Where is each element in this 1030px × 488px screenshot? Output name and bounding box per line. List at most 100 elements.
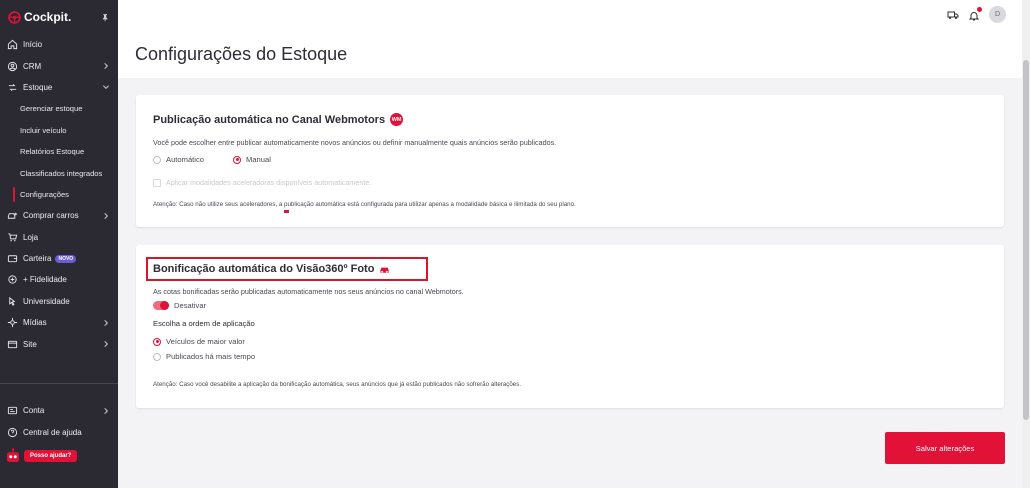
- sidebar-item-label: Comprar carros: [23, 211, 79, 221]
- cart-icon: [7, 232, 18, 243]
- sidebar-subitem-gerenciar-estoque[interactable]: Gerenciar estoque: [0, 98, 118, 119]
- radio-circle: [153, 352, 161, 361]
- sidebar-item-label: Central de ajuda: [23, 427, 82, 437]
- visao360-description: As cotas bonificadas serão publicadas au…: [153, 287, 464, 296]
- sidebar-subitem-relatorios-estoque[interactable]: Relatórios Estoque: [0, 141, 118, 162]
- radio-mais-tempo[interactable]: Publicados há mais tempo: [153, 352, 255, 361]
- sidebar-item-inicio[interactable]: Início: [0, 34, 118, 55]
- wallet-icon: [7, 253, 18, 264]
- checkbox-box: [153, 178, 161, 187]
- carteira-label: Carteira: [23, 254, 52, 264]
- sidebar-item-label: Início: [23, 40, 43, 50]
- auto-publish-card: Publicação automática no Canal Webmotors…: [136, 95, 1004, 227]
- truck-icon[interactable]: [947, 9, 959, 21]
- auto-publish-title: Publicação automática no Canal Webmotors: [153, 113, 386, 126]
- toggle-label: Desativar: [174, 301, 207, 310]
- sidebar-item-label: Estoque: [23, 82, 53, 92]
- cursor-marker: [284, 210, 289, 213]
- visao360-note: Atenção: Caso você desabilite a aplicaçã…: [153, 381, 522, 388]
- app-name: Cockpit.: [24, 10, 72, 24]
- sidebar-item-label: Site: [23, 339, 37, 349]
- scrollbar-thumb[interactable]: [1023, 60, 1029, 420]
- visao360-title: Bonificação automática do Visão360º Foto: [153, 263, 375, 275]
- sidebar-item-estoque[interactable]: Estoque: [0, 77, 118, 98]
- save-button[interactable]: Salvar alterações: [885, 432, 1005, 464]
- car-icon: [380, 267, 390, 273]
- visao360-bonus-card: Bonificação automática do Visão360º Foto…: [136, 245, 1004, 408]
- checkbox-label: Aplicar modalidades aceleradoras disponí…: [166, 178, 372, 187]
- steering-wheel-icon: [8, 10, 21, 24]
- card-title: Bonificação automática do Visão360º Foto: [153, 263, 390, 275]
- radio-label: Veículos de maior valor: [166, 337, 245, 346]
- sidebar-item-carteira[interactable]: Carteira NOVO: [0, 248, 118, 269]
- radio-circle: [233, 155, 241, 164]
- sidebar-item-midias[interactable]: Mídias: [0, 312, 118, 333]
- radio-label: Manual: [246, 155, 271, 164]
- avatar[interactable]: D: [989, 6, 1006, 23]
- sidebar-item-label: Universidade: [23, 296, 70, 306]
- auto-publish-description: Você pode escolher entre publicar automa…: [153, 138, 557, 147]
- bottom-nav: Conta Central de ajuda: [0, 400, 118, 443]
- sidebar-subitem-configuracoes[interactable]: Configurações: [0, 184, 118, 205]
- notification-bell[interactable]: [968, 6, 982, 21]
- site-icon: [7, 339, 18, 350]
- order-label: Escolha a ordem de aplicação: [153, 319, 255, 328]
- radio-manual[interactable]: Manual: [233, 155, 271, 164]
- sidebar-item-label: Conta: [23, 406, 45, 416]
- stock-icon: [7, 82, 18, 93]
- sidebar-item-fidelidade[interactable]: + Fidelidade: [0, 269, 118, 290]
- sidebar-item-label: Mídias: [23, 318, 47, 328]
- chevron-right-icon: [104, 63, 109, 70]
- sidebar-item-label: CRM: [23, 61, 42, 71]
- help-chat-button[interactable]: Posso ajudar?: [4, 447, 78, 465]
- robot-icon: [7, 448, 19, 462]
- page-header: Configurações do Estoque: [118, 34, 1022, 78]
- pin-icon[interactable]: [101, 13, 110, 22]
- top-icons: D: [947, 6, 1006, 23]
- chevron-down-icon: [102, 85, 110, 90]
- card-title: Publicação automática no Canal Webmotors…: [153, 113, 404, 126]
- accelerators-checkbox[interactable]: Aplicar modalidades aceleradoras disponí…: [153, 178, 371, 187]
- sidebar-subitem-classificados[interactable]: Classificados integrados: [0, 162, 118, 183]
- sidebar-item-conta[interactable]: Conta: [0, 400, 118, 421]
- chevron-right-icon: [104, 341, 109, 348]
- chevron-right-icon: [104, 319, 109, 326]
- sidebar-item-label: + Fidelidade: [23, 275, 67, 285]
- sidebar-item-label: Carteira NOVO: [23, 254, 110, 263]
- account-icon: [7, 405, 18, 416]
- radio-circle: [153, 155, 161, 164]
- sidebar: Cockpit. Início CRM Estoque Gerenciar es…: [0, 0, 118, 488]
- car-buy-icon: [7, 210, 18, 221]
- crm-icon: [7, 61, 18, 72]
- help-icon: [7, 427, 18, 438]
- auto-publish-note: Atenção: Caso não utilize seus acelerado…: [153, 201, 576, 208]
- help-chat-label: Posso ajudar?: [24, 450, 78, 462]
- radio-maior-valor[interactable]: Veículos de maior valor: [153, 337, 245, 346]
- chevron-right-icon: [104, 212, 109, 219]
- sidebar-subitem-incluir-veiculo[interactable]: Incluir veículo: [0, 120, 118, 141]
- radio-label: Automático: [166, 155, 204, 164]
- new-badge: NOVO: [55, 254, 77, 263]
- cockpit-logo[interactable]: Cockpit.: [8, 10, 71, 24]
- main-nav: Início CRM Estoque Gerenciar estoque Inc…: [0, 34, 118, 355]
- home-icon: [7, 39, 18, 50]
- media-icon: [7, 317, 18, 328]
- webmotors-badge: WM: [390, 113, 404, 126]
- sidebar-item-comprar-carros[interactable]: Comprar carros: [0, 205, 118, 226]
- sidebar-item-crm[interactable]: CRM: [0, 55, 118, 76]
- sidebar-item-central-ajuda[interactable]: Central de ajuda: [0, 421, 118, 442]
- radio-circle: [153, 337, 161, 346]
- page-title: Configurações do Estoque: [135, 44, 348, 64]
- chevron-right-icon: [104, 407, 109, 414]
- notification-dot: [977, 6, 982, 12]
- bonus-toggle[interactable]: Desativar: [153, 301, 206, 310]
- sidebar-item-site[interactable]: Site: [0, 333, 118, 354]
- sidebar-item-label: Loja: [23, 232, 39, 242]
- sidebar-item-loja[interactable]: Loja: [0, 227, 118, 248]
- scrollbar[interactable]: [1022, 0, 1030, 488]
- top-bar: D: [118, 0, 1022, 34]
- logo-row: Cockpit.: [0, 0, 118, 34]
- university-icon: [7, 296, 18, 307]
- radio-automatico[interactable]: Automático: [153, 155, 204, 164]
- sidebar-item-universidade[interactable]: Universidade: [0, 291, 118, 312]
